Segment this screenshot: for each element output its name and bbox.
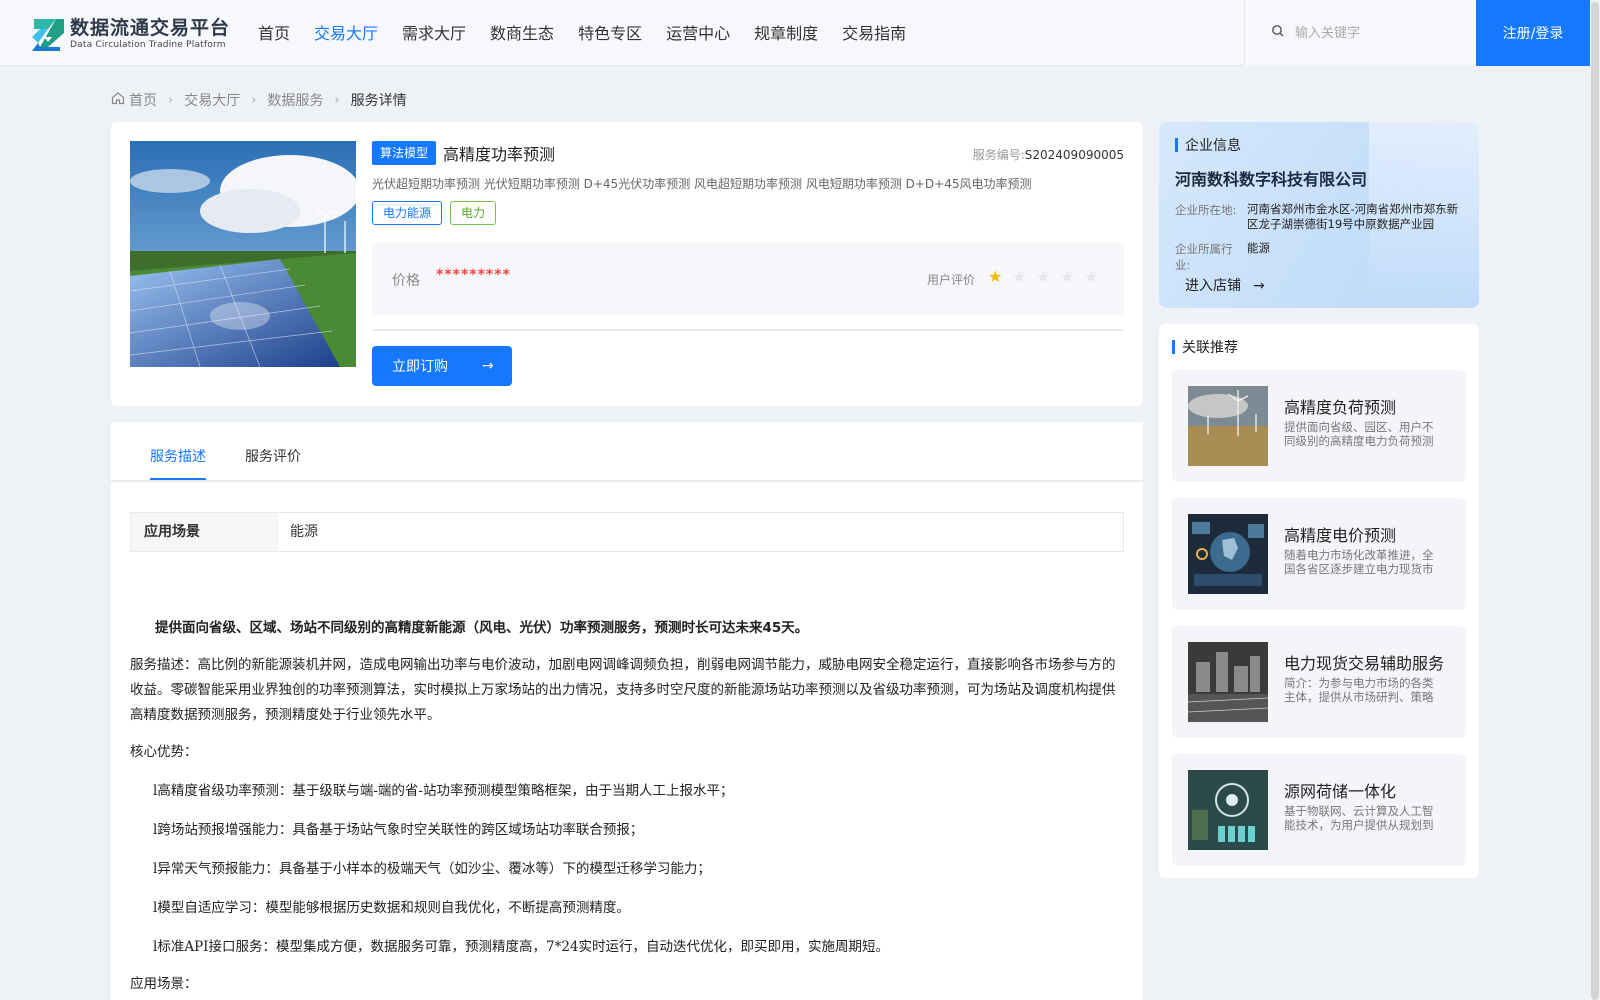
divider <box>372 329 1124 331</box>
search-input[interactable] <box>1295 25 1465 41</box>
star-icon: ★ <box>1036 267 1051 286</box>
star-icon: ★ <box>1060 267 1075 286</box>
nav-demand-hall[interactable]: 需求大厅 <box>402 0 466 66</box>
search-icon[interactable] <box>1271 24 1285 42</box>
company-industry: 能源 <box>1247 241 1270 255</box>
product-title: 高精度功率预测 <box>443 145 556 164</box>
advantages-heading: 核心优势： <box>130 744 198 760</box>
logo-icon <box>30 15 66 53</box>
recommend-title: 电力现货交易辅助服务 <box>1284 654 1445 673</box>
advantage-item: l跨场站预报增强能力：具备基于场站气象时空关联性的跨区域场站功率联合预报； <box>153 822 644 838</box>
product-card: 算法模型 高精度功率预测 服务编号:S202409090005 光伏超短期功率预测… <box>111 122 1143 406</box>
nav-ecosystem[interactable]: 数商生态 <box>490 0 554 66</box>
breadcrumb-trading-hall[interactable]: 交易大厅 <box>184 90 240 110</box>
recommend-title: 源网荷储一体化 <box>1284 782 1397 801</box>
description-lead: 提供面向省级、区域、场站不同级别的高精度新能源（风电、光伏）功率预测服务，预测时… <box>155 620 809 636</box>
price-value: ********* <box>436 267 511 283</box>
tag-power-energy[interactable]: 电力能源 <box>372 201 443 225</box>
nav-guide[interactable]: 交易指南 <box>842 0 906 66</box>
recommend-section-title: 关联推荐 <box>1172 337 1238 357</box>
scenes-heading: 应用场景： <box>130 976 198 992</box>
company-section-title: 企业信息 <box>1175 135 1241 155</box>
nav-special-zone[interactable]: 特色专区 <box>578 0 642 66</box>
company-info-card: 企业信息 河南数科数字科技有限公司 企业所在地: 河南省郑州市金水区-河南省郑州… <box>1159 122 1479 308</box>
rating-label: 用户评价 <box>927 273 976 287</box>
breadcrumb-current: 服务详情 <box>350 93 407 109</box>
recommend-item[interactable]: 源网荷储一体化 基于物联网、云计算及人工智能技术，为用户提供从规划到运营 <box>1172 754 1466 866</box>
energy-storage-thumbnail <box>1188 770 1268 850</box>
buy-now-button[interactable]: 立即订购 → <box>372 346 512 386</box>
price-panel: 价格 ********* 用户评价 ★ ★ ★ ★ ★ <box>372 243 1124 315</box>
star-icon: ★ <box>988 267 1003 286</box>
recommend-item[interactable]: 高精度负荷预测 提供面向省级、园区、用户不同级别的高精度电力负荷预测服务 <box>1172 370 1466 482</box>
recommend-title: 高精度电价预测 <box>1284 526 1397 545</box>
nav-home[interactable]: 首页 <box>258 0 290 66</box>
advantage-item: l标准API接口服务：模型集成方便，数据服务可靠，预测精度高，7*24实时运行，… <box>153 939 889 955</box>
star-icon: ★ <box>1084 267 1099 286</box>
service-description: 提供面向省级、区域、场站不同级别的高精度新能源（风电、光伏）功率预测服务，预测时… <box>130 616 1124 997</box>
scene-key: 应用场景 <box>131 513 279 551</box>
city-grid-thumbnail <box>1188 642 1268 722</box>
tag-power[interactable]: 电力 <box>450 201 497 225</box>
product-image <box>130 141 356 367</box>
breadcrumb-home[interactable]: 首页 <box>129 90 157 110</box>
search-box <box>1244 0 1476 66</box>
page-scrollbar[interactable] <box>1590 0 1600 1000</box>
active-tab-indicator <box>150 478 206 480</box>
scrollbar-thumb[interactable] <box>1591 2 1599 1000</box>
breadcrumb-data-service[interactable]: 数据服务 <box>267 90 323 110</box>
main-nav: 首页 交易大厅 需求大厅 数商生态 特色专区 运营中心 规章制度 交易指南 <box>258 0 930 66</box>
company-location: 河南省郑州市金水区-河南省郑州市郑东新区龙子湖崇德街19号中原数据产业园 <box>1247 202 1459 231</box>
scene-table: 应用场景 能源 <box>130 512 1124 552</box>
recommend-desc: 提供面向省级、园区、用户不同级别的高精度电力负荷预测服务 <box>1284 420 1434 448</box>
chevron-right-icon: › <box>168 92 174 108</box>
nav-trading-hall[interactable]: 交易大厅 <box>314 0 378 66</box>
tab-service-description[interactable]: 服务描述 <box>150 446 206 466</box>
recommend-item[interactable]: 电力现货交易辅助服务 简介：为参与电力市场的各类主体，提供从市场研判、策略制定 <box>1172 626 1466 738</box>
advantage-item: l高精度省级功率预测：基于级联与端-端的省-站功率预测模型策略框架，由于当期人工… <box>153 783 734 799</box>
tab-service-reviews[interactable]: 服务评价 <box>245 446 301 466</box>
platform-logo[interactable]: 数据流通交易平台 Data Circulation Tradine Platfo… <box>30 14 230 54</box>
enter-shop-link[interactable]: 进入店铺 → <box>1185 275 1265 295</box>
recommend-desc: 简介：为参与电力市场的各类主体，提供从市场研判、策略制定 <box>1284 676 1434 704</box>
login-button[interactable]: 注册/登录 <box>1476 0 1590 66</box>
company-name: 河南数科数字科技有限公司 <box>1175 170 1368 189</box>
scene-value: 能源 <box>290 524 318 540</box>
nav-operations[interactable]: 运营中心 <box>666 0 730 66</box>
arrow-right-icon: → <box>482 358 494 374</box>
related-recommendations: 关联推荐 高精度负荷预测 提供面向省级、园区、用户不同级别的高精度电力负荷预测服… <box>1159 324 1479 878</box>
breadcrumb: 首页 › 交易大厅 › 数据服务 › 服务详情 <box>111 90 407 110</box>
top-header: 数据流通交易平台 Data Circulation Tradine Platfo… <box>0 0 1590 66</box>
globe-dashboard-thumbnail <box>1188 514 1268 594</box>
model-type-badge: 算法模型 <box>372 141 437 165</box>
company-location-row: 企业所在地: 河南省郑州市金水区-河南省郑州市郑东新区龙子湖崇德街19号中原数据… <box>1175 202 1463 232</box>
detail-tabs: 服务描述 服务评价 <box>111 422 1143 482</box>
chevron-right-icon: › <box>334 92 340 108</box>
advantage-item: l异常天气预报能力：具备基于小样本的极端天气（如沙尘、覆冰等）下的模型迁移学习能… <box>153 861 711 877</box>
star-icon: ★ <box>1012 267 1027 286</box>
recommend-title: 高精度负荷预测 <box>1284 398 1397 417</box>
arrow-right-icon: → <box>1253 278 1265 294</box>
company-industry-row: 企业所属行业: 能源 <box>1175 241 1463 273</box>
advantage-item: l模型自适应学习：模型能够根据历史数据和规则自我优化，不断提高预测精度。 <box>153 900 630 916</box>
rating-stars: ★ ★ ★ ★ ★ <box>988 267 1108 286</box>
product-keywords: 光伏超短期功率预测 光伏短期功率预测 D+45光伏功率预测 风电超短期功率预测 … <box>372 177 1032 191</box>
price-label: 价格 <box>392 273 420 289</box>
recommend-item[interactable]: 高精度电价预测 随着电力市场化改革推进，全国各省区逐步建立电力现货市场 <box>1172 498 1466 610</box>
description-paragraph: 服务描述：高比例的新能源装机并网，造成电网输出功率与电价波动，加剧电网调峰调频负… <box>130 657 1116 723</box>
service-detail-panel: 服务描述 服务评价 应用场景 能源 提供面向省级、区域、场站不同级别的高精度新能… <box>111 422 1143 1000</box>
chevron-right-icon: › <box>251 92 257 108</box>
logo-subtitle: Data Circulation Tradine Platform <box>70 40 226 50</box>
recommend-desc: 随着电力市场化改革推进，全国各省区逐步建立电力现货市场 <box>1284 548 1434 576</box>
recommend-desc: 基于物联网、云计算及人工智能技术，为用户提供从规划到运营 <box>1284 804 1434 832</box>
nav-regulations[interactable]: 规章制度 <box>754 0 818 66</box>
wind-turbines-thumbnail <box>1188 386 1268 466</box>
home-icon[interactable] <box>111 91 125 109</box>
logo-title: 数据流通交易平台 <box>70 17 231 39</box>
service-number: 服务编号:S202409090005 <box>972 148 1124 162</box>
